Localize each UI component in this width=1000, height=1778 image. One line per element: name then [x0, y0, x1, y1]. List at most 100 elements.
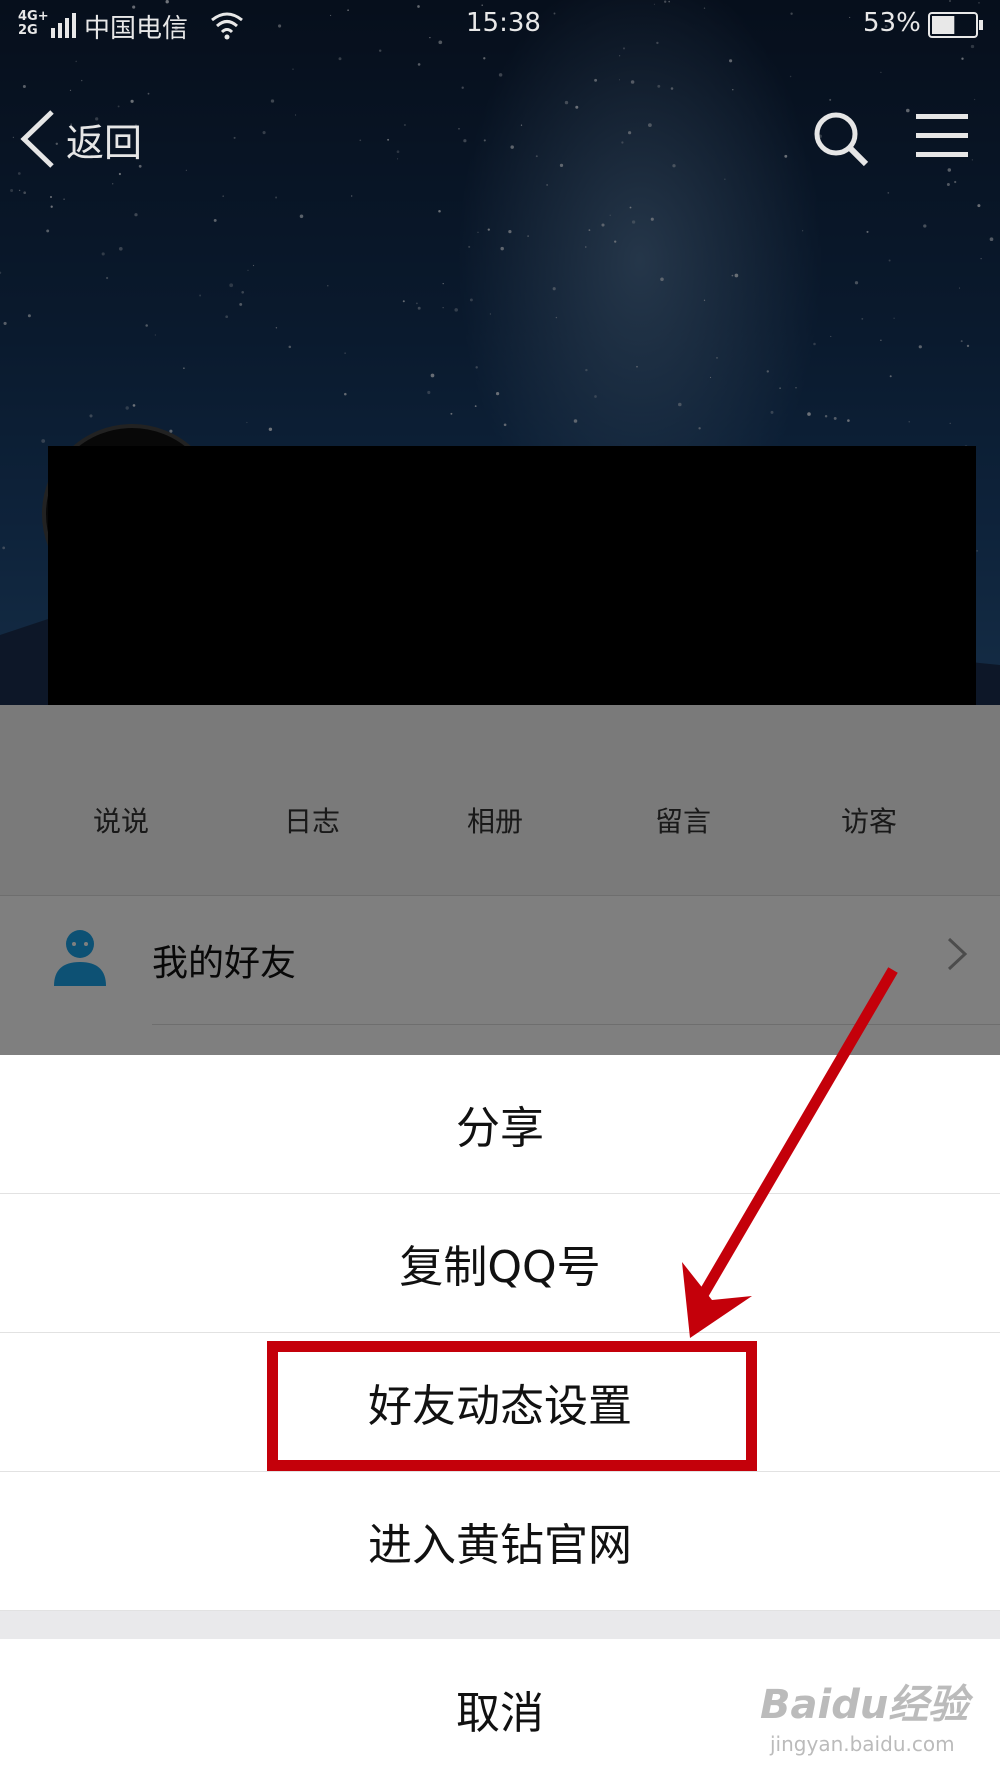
star: [359, 139, 362, 142]
tab-blog[interactable]: 日志: [284, 800, 340, 840]
star: [801, 230, 804, 232]
star: [971, 159, 974, 161]
star: [154, 334, 157, 336]
star: [483, 139, 486, 142]
star: [487, 228, 490, 231]
star: [734, 273, 739, 278]
star: [442, 282, 444, 285]
star: [766, 370, 769, 373]
star: [468, 245, 471, 248]
star: [268, 427, 273, 431]
star: [833, 416, 837, 420]
star: [520, 124, 523, 126]
star: [847, 419, 850, 422]
star: [503, 423, 507, 427]
star: [585, 246, 587, 248]
star: [430, 373, 435, 378]
star: [50, 196, 52, 198]
star: [893, 317, 895, 319]
tab-shuoshuo[interactable]: 说说: [93, 800, 149, 840]
copy-qq-number-option[interactable]: 复制QQ号: [0, 1194, 1000, 1333]
star: [678, 402, 682, 407]
my-friends-row[interactable]: 我的好友: [0, 895, 1000, 1055]
star: [535, 155, 538, 158]
star: [397, 158, 399, 160]
star: [118, 246, 123, 251]
star: [327, 285, 329, 287]
star: [636, 365, 638, 368]
star: [41, 439, 46, 443]
star: [732, 89, 734, 91]
star: [559, 163, 564, 168]
star: [888, 259, 891, 262]
star: [961, 57, 964, 60]
star: [880, 71, 882, 74]
star: [402, 300, 405, 303]
star: [483, 57, 486, 60]
star: [657, 84, 661, 88]
star: [145, 324, 148, 327]
star: [27, 314, 31, 318]
star: [427, 390, 431, 395]
star: [973, 98, 976, 101]
star: [546, 184, 548, 186]
star: [698, 427, 701, 430]
battery-icon: [928, 12, 983, 38]
star: [417, 306, 421, 310]
share-option[interactable]: 分享: [0, 1055, 1000, 1194]
star: [475, 366, 478, 369]
star: [344, 392, 347, 396]
star: [185, 169, 187, 171]
tab-album[interactable]: 相册: [467, 800, 523, 840]
star: [716, 357, 718, 359]
star: [233, 136, 236, 139]
star: [477, 231, 479, 233]
star: [387, 138, 390, 141]
star: [648, 123, 652, 127]
star: [866, 230, 869, 233]
star: [779, 387, 781, 389]
star: [594, 78, 598, 82]
search-icon[interactable]: [812, 110, 870, 168]
star: [489, 313, 492, 315]
star: [18, 189, 21, 192]
star: [396, 150, 400, 154]
star: [270, 99, 275, 103]
star: [496, 392, 500, 396]
tab-messages[interactable]: 留言: [655, 800, 711, 840]
signal-icon: [51, 13, 76, 38]
star: [594, 395, 597, 398]
star: [923, 224, 927, 228]
carrier-name: 中国电信: [84, 14, 189, 44]
star: [960, 340, 963, 343]
yellow-diamond-site-option[interactable]: 进入黄钻官网: [0, 1472, 1000, 1611]
star: [609, 214, 611, 216]
star: [134, 213, 138, 217]
star: [403, 123, 406, 127]
tab-visitors[interactable]: 访客: [841, 800, 897, 840]
star: [861, 317, 864, 320]
star: [17, 172, 21, 175]
star: [125, 406, 129, 410]
baidu-jingyan-watermark: Baidu经验 jingyan.baidu.com: [760, 1672, 980, 1762]
star: [75, 60, 77, 63]
star: [101, 252, 105, 256]
star: [10, 189, 14, 192]
star: [784, 154, 788, 158]
star: [474, 405, 477, 407]
star: [247, 269, 249, 271]
star: [889, 375, 892, 378]
friend-feed-settings-option[interactable]: 好友动态设置: [0, 1333, 1000, 1472]
star: [118, 172, 121, 176]
battery-percent: 53%: [863, 8, 921, 38]
back-button[interactable]: 返回: [18, 108, 142, 170]
star: [854, 281, 859, 285]
star: [23, 191, 27, 195]
star: [288, 345, 292, 349]
star: [498, 73, 503, 77]
star: [628, 131, 632, 135]
star: [824, 414, 828, 418]
star: [438, 209, 441, 213]
menu-icon[interactable]: [916, 112, 968, 160]
star: [417, 63, 421, 66]
